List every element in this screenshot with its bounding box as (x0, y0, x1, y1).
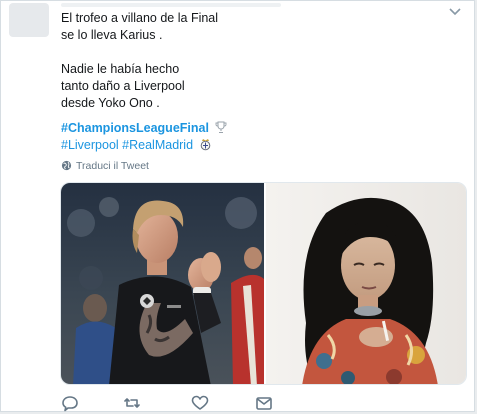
direct-message-icon[interactable] (255, 394, 273, 412)
globe-icon (61, 160, 72, 171)
media-gallery (60, 182, 467, 385)
avatar[interactable] (9, 3, 49, 37)
tweet-line: Nadie le había hecho (61, 62, 180, 76)
tweet-line: tanto daño a Liverpool (61, 79, 185, 93)
tweet-line: El trofeo a villano de la Final (61, 11, 219, 25)
tweet-actions (61, 394, 461, 412)
tweet-line: se lo lleva Karius . (61, 28, 163, 42)
tweet-card: El trofeo a villano de la Final se lo ll… (0, 0, 475, 412)
translate-label: Traduci il Tweet (76, 160, 149, 172)
trophy-icon (215, 121, 227, 133)
like-icon[interactable] (191, 394, 209, 412)
real-madrid-crest-icon (200, 139, 210, 151)
photo-karius[interactable] (61, 183, 264, 385)
tweet-line (61, 44, 461, 61)
hashtags: #ChampionsLeagueFinal #Liverpool #RealMa… (61, 120, 227, 154)
hashtag-champions-league-final[interactable]: #ChampionsLeagueFinal (61, 121, 209, 135)
author-name-placeholder (61, 3, 281, 7)
translate-tweet-link[interactable]: Traduci il Tweet (61, 160, 149, 172)
photo-yoko-ono[interactable] (266, 183, 467, 385)
tweet-text: El trofeo a villano de la Final se lo ll… (61, 10, 461, 112)
reply-icon[interactable] (61, 394, 79, 412)
hashtag-realmadrid[interactable]: #RealMadrid (122, 138, 193, 152)
retweet-icon[interactable] (123, 394, 141, 412)
tweet-line: desde Yoko Ono . (61, 96, 160, 110)
hashtag-liverpool[interactable]: #Liverpool (61, 138, 119, 152)
